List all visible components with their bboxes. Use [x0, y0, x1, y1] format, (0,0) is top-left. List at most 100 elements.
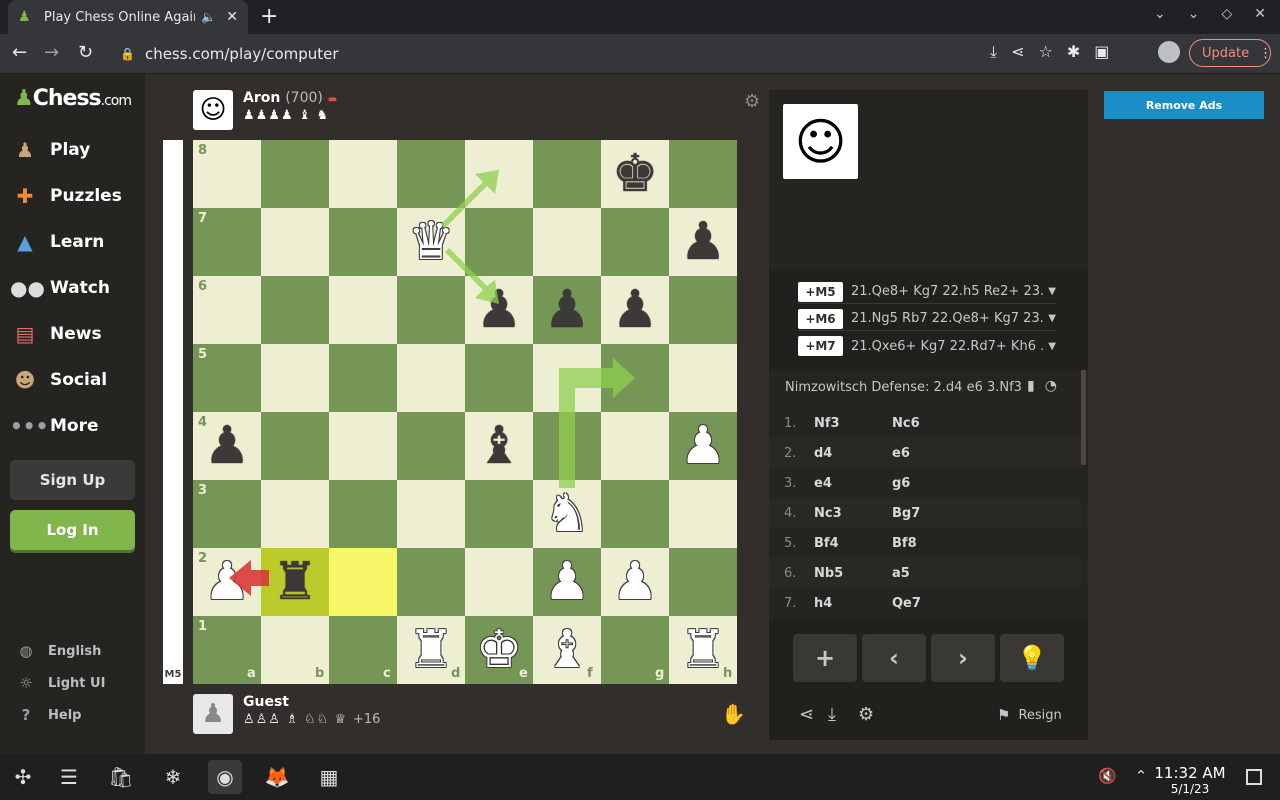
square-h2[interactable]: [669, 548, 737, 616]
piece-e6[interactable]: ♟: [465, 276, 533, 344]
square-c5[interactable]: [329, 344, 397, 412]
piece-e1[interactable]: ♚: [465, 616, 533, 684]
square-e8[interactable]: [465, 140, 533, 208]
square-c8[interactable]: [329, 140, 397, 208]
square-g4[interactable]: [601, 412, 669, 480]
piece-g2[interactable]: ♟: [601, 548, 669, 616]
piece-g6[interactable]: ♟: [601, 276, 669, 344]
square-f4[interactable]: [533, 412, 601, 480]
update-button[interactable]: Update ⋮: [1189, 39, 1272, 67]
piece-e4[interactable]: ♝: [465, 412, 533, 480]
piece-d7[interactable]: ♛: [397, 208, 465, 276]
board-settings-gear-icon[interactable]: ⚙: [744, 91, 760, 112]
extensions-icon[interactable]: ✱: [1067, 42, 1080, 62]
reload-icon[interactable]: ↻: [78, 42, 93, 63]
new-tab-button[interactable]: +: [260, 4, 278, 29]
piece-d1[interactable]: ♜: [397, 616, 465, 684]
settings-app-icon[interactable]: ☰: [52, 760, 86, 794]
black-move[interactable]: Nc6: [892, 416, 920, 431]
square-d4[interactable]: [397, 412, 465, 480]
piece-a2[interactable]: ♟: [193, 548, 261, 616]
white-move[interactable]: h4: [814, 596, 892, 611]
square-e3[interactable]: [465, 480, 533, 548]
new-game-plus-button[interactable]: +: [793, 634, 857, 682]
resign-button[interactable]: ⚑ Resign: [997, 706, 1062, 724]
square-b8[interactable]: [261, 140, 329, 208]
install-icon[interactable]: ⤓: [990, 42, 997, 62]
browser-tab[interactable]: ♟ Play Chess Online Against 🔈 ✕: [8, 0, 248, 34]
store-app-icon[interactable]: 🛍: [104, 760, 138, 794]
address-bar[interactable]: 🔒 chess.com/play/computer: [110, 39, 830, 69]
white-move[interactable]: Nb5: [814, 566, 892, 581]
piece-h1[interactable]: ♜: [669, 616, 737, 684]
black-move[interactable]: Bf8: [892, 536, 917, 551]
square-c2[interactable]: [329, 548, 397, 616]
white-move[interactable]: Nf3: [814, 416, 892, 431]
chrome-app-icon[interactable]: ◉: [208, 760, 242, 794]
profile-avatar[interactable]: [1158, 41, 1180, 63]
black-move[interactable]: e6: [892, 446, 910, 461]
square-d6[interactable]: [397, 276, 465, 344]
square-g3[interactable]: [601, 480, 669, 548]
launcher-icon[interactable]: ✣: [6, 760, 40, 794]
firefox-app-icon[interactable]: 🦊: [260, 760, 294, 794]
square-d3[interactable]: [397, 480, 465, 548]
square-b7[interactable]: [261, 208, 329, 276]
square-f5[interactable]: [533, 344, 601, 412]
bookmark-star-icon[interactable]: ☆: [1038, 42, 1052, 62]
opponent-name[interactable]: Aron: [243, 90, 280, 106]
square-g7[interactable]: [601, 208, 669, 276]
volume-muted-icon[interactable]: 🔇: [1098, 767, 1117, 785]
maximize-icon[interactable]: ◇: [1221, 6, 1232, 22]
piece-b2[interactable]: ♜: [261, 548, 329, 616]
square-d5[interactable]: [397, 344, 465, 412]
square-e2[interactable]: [465, 548, 533, 616]
player-name[interactable]: Guest: [243, 694, 380, 710]
square-h6[interactable]: [669, 276, 737, 344]
piece-h7[interactable]: ♟: [669, 208, 737, 276]
square-d8[interactable]: [397, 140, 465, 208]
back-icon[interactable]: ←: [12, 42, 27, 63]
tab-search-icon[interactable]: ⌄: [1154, 6, 1166, 22]
piece-h4[interactable]: ♟: [669, 412, 737, 480]
player-avatar[interactable]: ♟: [193, 694, 233, 734]
tab-close-icon[interactable]: ✕: [226, 9, 238, 25]
black-move[interactable]: Bg7: [892, 506, 920, 521]
square-h5[interactable]: [669, 344, 737, 412]
share-icon[interactable]: ⋖: [1011, 42, 1024, 62]
chevron-down-icon[interactable]: ▼: [1048, 313, 1056, 324]
square-h8[interactable]: [669, 140, 737, 208]
piece-a4[interactable]: ♟: [193, 412, 261, 480]
remove-ads-button[interactable]: Remove Ads: [1104, 91, 1264, 119]
chess-logo[interactable]: ♟Chess.com: [14, 86, 132, 111]
theme-item[interactable]: ☼ Light UI: [16, 674, 105, 692]
log-in-button[interactable]: Log In: [10, 510, 135, 550]
speaker-icon[interactable]: 🔈: [201, 10, 216, 24]
chevron-down-icon[interactable]: ▼: [1048, 341, 1056, 352]
share-icon[interactable]: ⋖: [799, 704, 814, 725]
hint-lightbulb-button[interactable]: 💡: [1000, 634, 1064, 682]
engine-line[interactable]: +M7 21.Qxe6+ Kg7 22.Rd7+ Kh6 ... ▼: [798, 334, 1056, 358]
square-c7[interactable]: [329, 208, 397, 276]
menu-dots-icon[interactable]: ⋮: [1259, 46, 1272, 61]
black-move[interactable]: g6: [892, 476, 910, 491]
square-g5[interactable]: [601, 344, 669, 412]
opponent-avatar[interactable]: ☺: [193, 90, 233, 130]
settings-gear-icon[interactable]: ⚙: [858, 704, 874, 725]
book-icon[interactable]: ▮: [1027, 378, 1035, 394]
square-c3[interactable]: [329, 480, 397, 548]
piece-f1[interactable]: ♝: [533, 616, 601, 684]
show-desktop-icon[interactable]: [1246, 769, 1262, 785]
next-move-button[interactable]: ›: [931, 634, 995, 682]
chess-board[interactable]: 8 7 6 5 4 3 2 1 a b c d e f g h ♚ ♛ ♟ ♟ ♟ ♟ ♟ ♝ ♟ ♞ ♟ ♜ ♟ ♟ ♜ ♚ ♝ ♜ ✋: [193, 140, 746, 726]
white-move[interactable]: e4: [814, 476, 892, 491]
square-b6[interactable]: [261, 276, 329, 344]
square-c6[interactable]: [329, 276, 397, 344]
engine-line[interactable]: +M5 21.Qe8+ Kg7 22.h5 Re2+ 23.... ▼: [798, 280, 1056, 304]
files-app-icon[interactable]: ❄: [156, 760, 190, 794]
engine-line[interactable]: +M6 21.Ng5 Rb7 22.Qe8+ Kg7 23... ▼: [798, 307, 1056, 331]
sidebar-item-more[interactable]: ••• More: [10, 406, 99, 446]
square-b3[interactable]: [261, 480, 329, 548]
compass-icon[interactable]: ◔: [1045, 378, 1057, 394]
minimize-icon[interactable]: ⌄: [1188, 6, 1200, 22]
